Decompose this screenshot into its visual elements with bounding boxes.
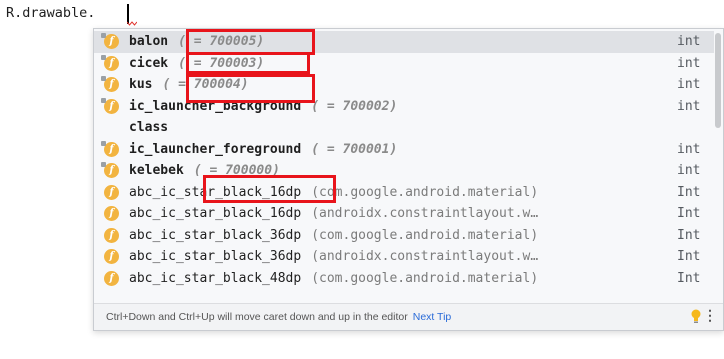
item-name: balon bbox=[129, 34, 169, 49]
item-type: int bbox=[677, 98, 701, 114]
tip-message: Ctrl+Down and Ctrl+Up will move caret do… bbox=[106, 311, 408, 323]
completion-item-abc-ic-star-black-36dp[interactable]: f abc_ic_star_black_36dp (com.google.andr… bbox=[94, 225, 714, 247]
completion-item-cicek[interactable]: f cicek ( = 700003) int bbox=[94, 53, 714, 75]
field-icon: f bbox=[104, 249, 119, 264]
completion-item-abc-ic-star-black-16dp[interactable]: f abc_ic_star_black_16dp (androidx.constr… bbox=[94, 203, 714, 225]
field-icon: f bbox=[101, 162, 119, 178]
item-type: int bbox=[677, 55, 701, 71]
lock-icon bbox=[101, 54, 106, 60]
lock-icon bbox=[101, 97, 106, 103]
completion-item-abc-ic-star-black-48dp[interactable]: f abc_ic_star_black_48dp (com.google.andr… bbox=[94, 268, 714, 290]
item-name: kelebek bbox=[129, 163, 184, 178]
item-value-hint: ( = 700002) bbox=[311, 98, 398, 114]
field-icon: f bbox=[104, 227, 119, 243]
field-icon: f bbox=[104, 184, 119, 200]
item-value-hint: ( = 700004) bbox=[162, 77, 249, 92]
completion-list: f balon ( = 700005) int f cicek ( = 700003… bbox=[94, 31, 714, 289]
lock-icon bbox=[101, 33, 106, 38]
item-name: kus bbox=[129, 77, 153, 92]
completion-item-class[interactable]: class bbox=[94, 117, 714, 139]
item-package: (androidx.constraintlayout.w… bbox=[311, 206, 539, 221]
completion-item-abc-ic-star-black-36dp[interactable]: f abc_ic_star_black_36dp (androidx.constr… bbox=[94, 246, 714, 268]
field-icon: f bbox=[101, 140, 119, 157]
item-type: int bbox=[677, 163, 701, 178]
item-type: int bbox=[677, 77, 701, 92]
completion-item-ic-launcher-foreground[interactable]: f ic_launcher_foreground ( = 700001) int bbox=[94, 139, 714, 161]
completion-item-kelebek[interactable]: f kelebek ( = 700000) int bbox=[94, 160, 714, 182]
item-name: abc_ic_star_black_16dp bbox=[129, 184, 302, 200]
item-type: int bbox=[677, 141, 701, 157]
item-name: ic_launcher_background bbox=[129, 98, 302, 114]
lock-icon bbox=[101, 76, 106, 81]
scrollbar-thumb[interactable] bbox=[715, 33, 721, 128]
completion-item-ic-launcher-background[interactable]: f ic_launcher_background ( = 700002) int bbox=[94, 96, 714, 118]
item-value-hint: ( = 700005) bbox=[178, 34, 265, 49]
item-name: abc_ic_star_black_36dp bbox=[129, 227, 302, 243]
error-squiggle bbox=[127, 21, 137, 26]
lock-icon bbox=[101, 162, 106, 167]
completion-popup: f balon ( = 700005) int f cicek ( = 700003… bbox=[93, 28, 724, 331]
item-package: (androidx.constraintlayout.w… bbox=[311, 249, 539, 264]
field-icon: f bbox=[101, 33, 119, 49]
item-name: ic_launcher_foreground bbox=[129, 141, 302, 157]
tip-text: Ctrl+Down and Ctrl+Up will move caret do… bbox=[106, 311, 451, 323]
item-name: class bbox=[129, 120, 169, 135]
lightbulb-icon[interactable] bbox=[691, 309, 701, 327]
item-name: abc_ic_star_black_48dp bbox=[129, 270, 302, 286]
item-value-hint: ( = 700003) bbox=[178, 55, 265, 71]
item-package: (com.google.android.material) bbox=[311, 227, 539, 243]
completion-item-balon[interactable]: f balon ( = 700005) int bbox=[94, 31, 714, 53]
next-tip-link[interactable]: Next Tip bbox=[413, 311, 452, 323]
item-name: abc_ic_star_black_36dp bbox=[129, 249, 302, 264]
field-icon: f bbox=[101, 54, 119, 71]
editor-line[interactable]: R.drawable. bbox=[0, 0, 724, 28]
item-type: Int bbox=[677, 249, 701, 264]
field-icon: f bbox=[101, 97, 119, 114]
lock-icon bbox=[101, 140, 106, 146]
item-package: (com.google.android.material) bbox=[311, 270, 539, 286]
item-type: Int bbox=[677, 206, 701, 221]
field-icon: f bbox=[104, 270, 119, 286]
item-name: abc_ic_star_black_16dp bbox=[129, 206, 302, 221]
completion-footer: Ctrl+Down and Ctrl+Up will move caret do… bbox=[94, 303, 723, 330]
field-icon: f bbox=[104, 206, 119, 221]
item-value-hint: ( = 700000) bbox=[193, 163, 280, 178]
completion-item-abc-ic-star-black-16dp[interactable]: f abc_ic_star_black_16dp (com.google.andr… bbox=[94, 182, 714, 204]
item-name: cicek bbox=[129, 55, 169, 71]
item-value-hint: ( = 700001) bbox=[311, 141, 398, 157]
item-type: Int bbox=[677, 270, 701, 286]
item-type: Int bbox=[677, 184, 701, 200]
code-text: R.drawable. bbox=[6, 5, 96, 21]
item-type: int bbox=[677, 34, 701, 49]
item-package: (com.google.android.material) bbox=[311, 184, 539, 200]
item-type: Int bbox=[677, 227, 701, 243]
completion-item-kus[interactable]: f kus ( = 700004) int bbox=[94, 74, 714, 96]
more-options-icon[interactable]: ⋮ bbox=[703, 307, 717, 324]
field-icon: f bbox=[101, 76, 119, 92]
